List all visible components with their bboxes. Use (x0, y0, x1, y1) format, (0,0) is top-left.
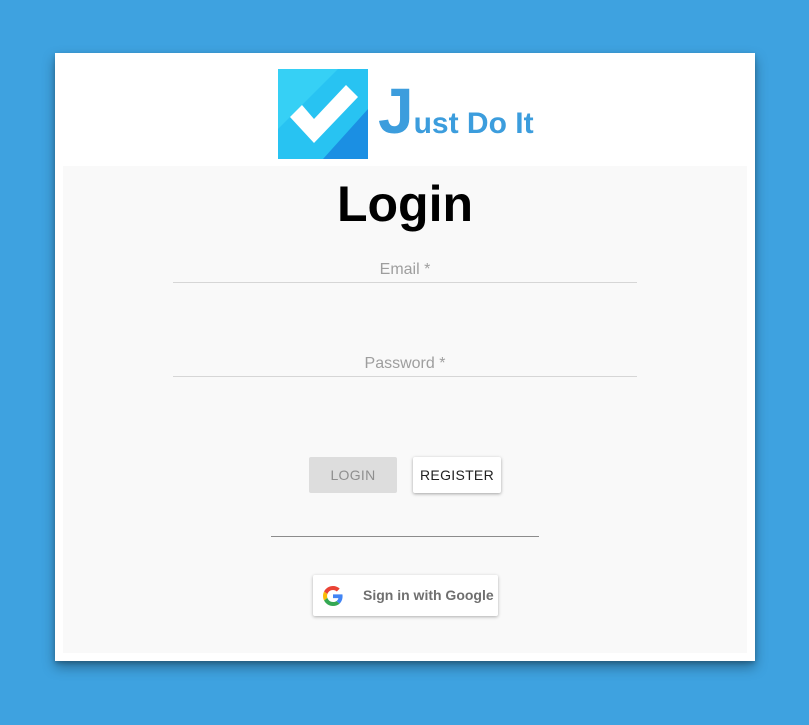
app-name-first-letter: J (378, 75, 414, 147)
checkmark-icon (278, 69, 368, 159)
email-field[interactable]: Email * (173, 256, 637, 283)
login-panel: Login Email * Password * LOGIN REGISTER … (63, 166, 747, 653)
email-input[interactable] (173, 256, 637, 282)
google-signin-label: Sign in with Google (363, 587, 494, 603)
app-name-rest: ust Do It (413, 107, 534, 140)
google-g-icon (323, 586, 343, 606)
login-button[interactable]: LOGIN (309, 457, 397, 493)
google-signin-button[interactable]: Sign in with Google (313, 575, 498, 616)
app-header: Just Do It (55, 53, 755, 166)
app-name: Just Do It (378, 79, 534, 143)
divider (271, 536, 539, 537)
login-card: Just Do It Login Email * Password * LOGI… (55, 53, 755, 661)
password-input[interactable] (173, 350, 637, 376)
password-field[interactable]: Password * (173, 350, 637, 377)
register-button[interactable]: REGISTER (413, 457, 501, 493)
page-title: Login (336, 176, 474, 232)
